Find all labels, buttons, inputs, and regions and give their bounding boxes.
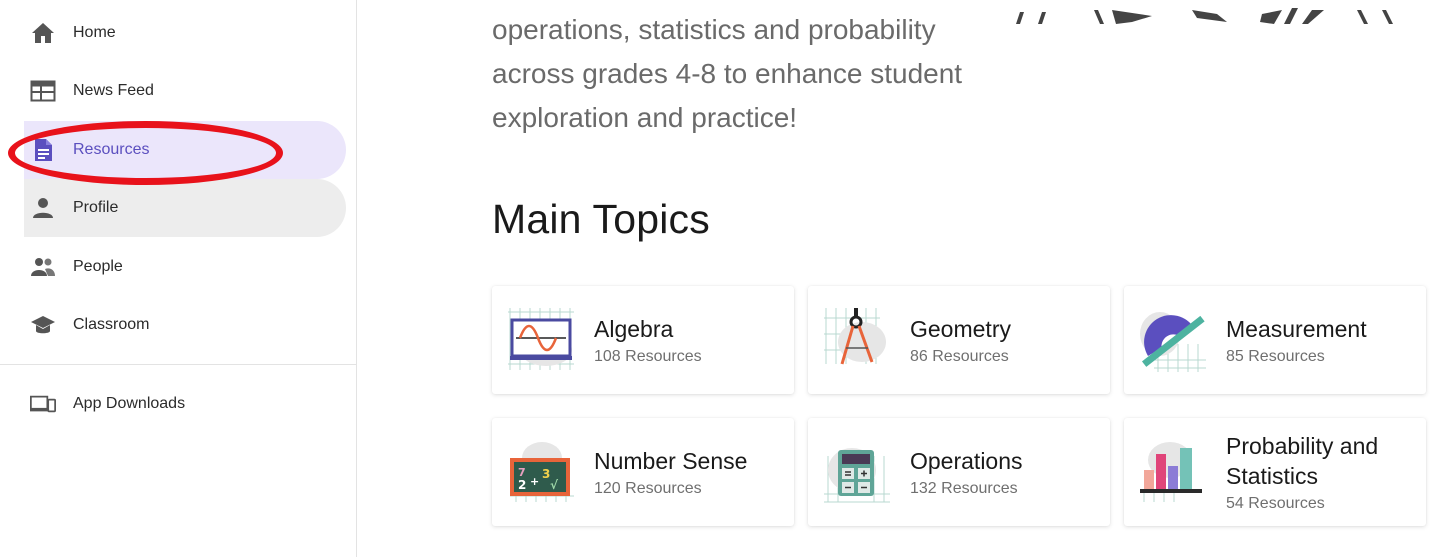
topic-card-operations[interactable]: Operations 132 Resources — [808, 418, 1110, 526]
calculator-icon — [824, 448, 890, 503]
svg-text:2: 2 — [518, 478, 526, 492]
sidebar-item-label: App Downloads — [73, 395, 186, 412]
app-downloads-icon — [30, 391, 56, 417]
sidebar-item-profile[interactable]: Profile — [24, 179, 346, 237]
card-text: Measurement 85 Resources — [1226, 286, 1416, 394]
news-feed-icon — [30, 78, 56, 104]
sidebar-item-label: Profile — [73, 199, 119, 216]
section-title: Main Topics — [492, 196, 710, 242]
sidebar-item-resources[interactable]: Resources — [24, 121, 346, 179]
resource-count: 108 Resources — [594, 348, 702, 365]
resource-count: 86 Resources — [910, 348, 1009, 365]
resource-count: 85 Resources — [1226, 348, 1325, 365]
protractor-icon — [1140, 312, 1206, 372]
sidebar-item-home[interactable]: Home — [24, 4, 346, 62]
card-title: Number Sense — [594, 448, 748, 474]
svg-text:+: + — [530, 475, 539, 488]
card-text: Probability and Statistics 54 Resources — [1226, 418, 1416, 526]
card-text: Operations 132 Resources — [910, 418, 1100, 526]
chalkboard-icon: 7 2 + 3 √ — [510, 442, 574, 502]
resources-icon — [30, 137, 56, 163]
card-title: Probability and Statistics — [1226, 433, 1379, 489]
sidebar-item-label: News Feed — [73, 82, 154, 99]
sidebar: Home News Feed Resources Profile People — [0, 0, 357, 557]
topic-card-probability-and-statistics[interactable]: Probability and Statistics 54 Resources — [1124, 418, 1426, 526]
sidebar-item-people[interactable]: People — [24, 238, 346, 296]
card-title: Measurement — [1226, 316, 1367, 342]
main-content: operations, statistics and probability a… — [357, 0, 1430, 557]
sidebar-item-app-downloads[interactable]: App Downloads — [24, 375, 346, 433]
classroom-icon — [30, 312, 56, 338]
intro-text: operations, statistics and probability a… — [492, 14, 963, 133]
sidebar-item-label: Classroom — [73, 316, 150, 333]
sidebar-item-label: People — [73, 258, 123, 275]
sidebar-item-news-feed[interactable]: News Feed — [24, 62, 346, 120]
card-title: Operations — [910, 448, 1023, 474]
card-title: Algebra — [594, 316, 674, 342]
bar-chart-icon — [1140, 442, 1202, 502]
resource-count: 120 Resources — [594, 480, 702, 497]
compass-icon — [824, 308, 886, 365]
sidebar-item-classroom[interactable]: Classroom — [24, 296, 346, 354]
card-title: Geometry — [910, 316, 1011, 342]
sidebar-divider — [0, 364, 356, 365]
profile-icon — [30, 195, 56, 221]
resource-count: 54 Resources — [1226, 495, 1325, 512]
topic-card-measurement[interactable]: Measurement 85 Resources — [1124, 286, 1426, 394]
home-icon — [30, 20, 56, 46]
hero-illustration — [1016, 8, 1393, 24]
page: Home News Feed Resources Profile People — [0, 0, 1430, 557]
topic-card-algebra[interactable]: Algebra 108 Resources — [492, 286, 794, 394]
sidebar-item-label: Home — [73, 24, 116, 41]
topic-card-number-sense[interactable]: 7 2 + 3 √ Number Sense 120 Resources — [492, 418, 794, 526]
card-text: Algebra 108 Resources — [594, 286, 784, 394]
topic-card-geometry[interactable]: Geometry 86 Resources — [808, 286, 1110, 394]
card-text: Geometry 86 Resources — [910, 286, 1100, 394]
card-text: Number Sense 120 Resources — [594, 418, 784, 526]
svg-text:√: √ — [550, 478, 559, 492]
people-icon — [30, 254, 56, 280]
algebra-graph-icon — [508, 308, 574, 370]
sidebar-item-label: Resources — [73, 141, 150, 158]
resource-count: 132 Resources — [910, 480, 1018, 497]
